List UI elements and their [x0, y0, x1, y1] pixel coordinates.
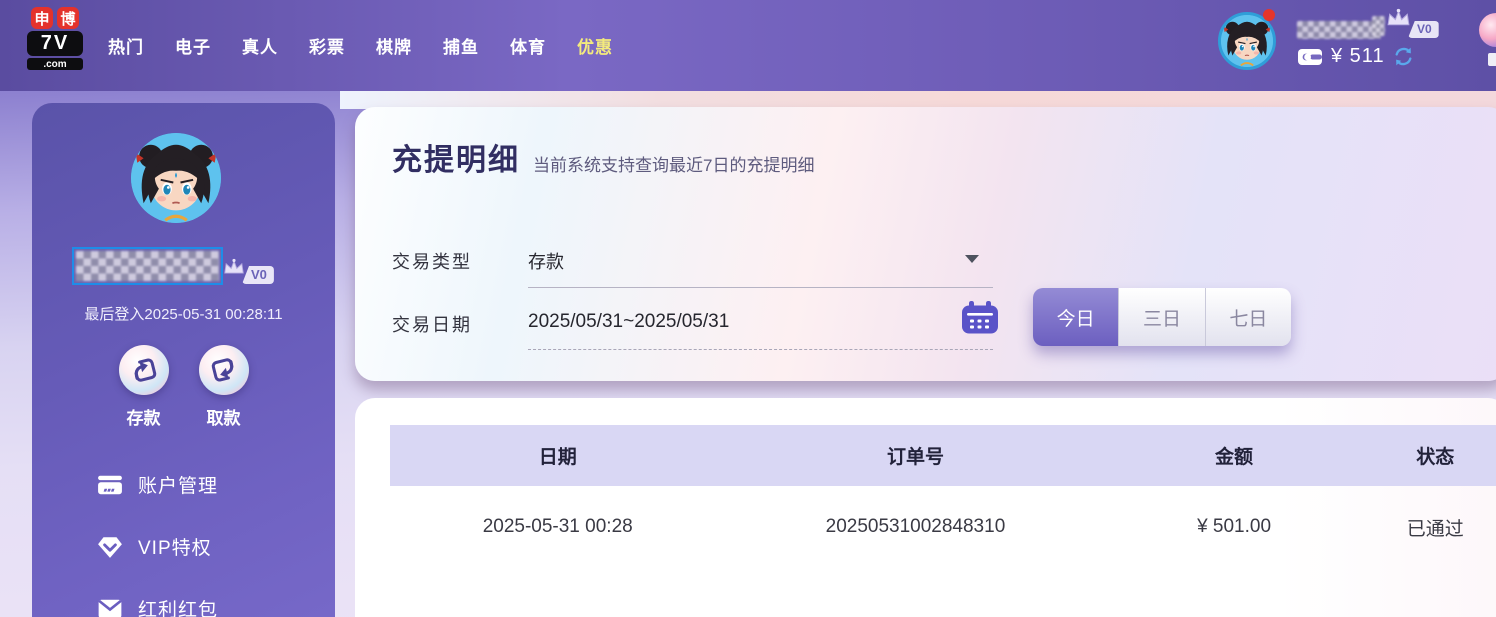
crown-icon [224, 258, 244, 274]
vip-diamond-icon [98, 536, 122, 558]
transaction-type-value[interactable]: 存款 [528, 248, 564, 274]
customer-service-widget[interactable] [1479, 13, 1496, 47]
username-mosaic [76, 251, 219, 281]
transaction-date-value[interactable]: 2025/05/31~2025/05/31 [528, 311, 729, 333]
deposit-button[interactable]: 存款 [118, 345, 169, 429]
col-header-order: 订单号 [886, 447, 944, 468]
nav-item-slots[interactable]: 电子 [175, 33, 211, 58]
deposit-label: 存款 [126, 409, 161, 428]
withdraw-button[interactable]: 取款 [198, 345, 249, 429]
table-row: 2025-05-31 00:28 20250531002848310 ¥ 501… [390, 486, 1496, 568]
sidebar-username-blurred [72, 247, 223, 285]
transaction-date-label: 交易日期 [392, 315, 472, 335]
sidebar-item-label: 账户管理 [138, 476, 219, 497]
table-header-row: 日期 订单号 金额 状态 [390, 425, 1496, 486]
col-header-amount: 金额 [1215, 447, 1254, 468]
sidebar-item-label: VIP特权 [138, 538, 212, 559]
bank-card-icon [98, 475, 122, 494]
vip-level-badge: V0 [1408, 21, 1439, 38]
sidebar-vip-badge: V0 [222, 258, 274, 284]
range-3days-button[interactable]: 三日 [1118, 288, 1205, 346]
page-title: 充提明细 [392, 144, 520, 177]
range-7days-button[interactable]: 七日 [1204, 288, 1291, 346]
vip-progress-blurred [1372, 16, 1385, 36]
site-logo[interactable]: 申 博 7V .com [27, 7, 83, 70]
refresh-balance-icon[interactable] [1393, 46, 1414, 67]
row-status: 已通过 [1406, 518, 1464, 540]
withdraw-label: 取款 [206, 409, 241, 428]
logo-badge-2: 博 [57, 7, 79, 29]
sidebar-item-account[interactable]: 账户管理 [97, 471, 218, 498]
row-date: 2025-05-31 00:28 [482, 516, 633, 537]
withdraw-icon [198, 345, 249, 395]
top-navigation-bar: 申 博 7V .com 热门 电子 真人 彩票 棋牌 捕鱼 体育 优惠 V0 ¥… [0, 0, 1496, 91]
nav-item-sports[interactable]: 体育 [510, 33, 546, 58]
nav-item-promo[interactable]: 优惠 [577, 33, 613, 58]
sidebar-item-redpacket[interactable]: 红利红包 [97, 595, 218, 617]
page-subtitle: 当前系统支持查询最近7日的充提明细 [533, 156, 815, 175]
date-range-toggle: 今日 三日 七日 [1033, 288, 1291, 346]
account-sidebar: V0 最后登入2025-05-31 00:28:11 存款 取款 账户管理 VI… [32, 103, 335, 617]
wallet-icon [1298, 48, 1322, 65]
nav-item-live[interactable]: 真人 [242, 33, 278, 58]
crown-icon [1387, 8, 1410, 26]
vip-level-widget[interactable]: V0 [1372, 8, 1439, 38]
range-today-button[interactable]: 今日 [1033, 288, 1119, 346]
dropdown-caret-icon[interactable] [965, 255, 979, 263]
type-field-underline [528, 287, 993, 288]
last-login-text: 最后登入2025-05-31 00:28:11 [84, 306, 283, 323]
vip-level-badge: V0 [242, 266, 274, 284]
main-nav: 热门 电子 真人 彩票 棋牌 捕鱼 体育 优惠 [108, 0, 613, 91]
col-header-date: 日期 [538, 447, 577, 468]
row-amount: ¥ 501.00 [1197, 516, 1272, 537]
quick-actions: 存款 取款 [32, 345, 335, 429]
sidebar-avatar[interactable] [131, 133, 221, 223]
row-order-number: 20250531002848310 [825, 516, 1006, 537]
sidebar-item-vip[interactable]: VIP特权 [97, 533, 218, 560]
logo-name: 7V [27, 31, 83, 56]
calendar-icon[interactable] [962, 301, 998, 334]
wallet-balance: ¥ 511 [1297, 45, 1414, 68]
nav-item-lottery[interactable]: 彩票 [309, 33, 345, 58]
col-header-status: 状态 [1416, 447, 1455, 468]
records-panel: 日期 订单号 金额 状态 2025-05-31 00:28 2025053100… [355, 398, 1496, 617]
logo-tld: .com [27, 58, 83, 70]
username-blurred [1297, 21, 1381, 39]
logo-badge-1: 申 [31, 7, 53, 29]
filter-panel: 充提明细 当前系统支持查询最近7日的充提明细 交易类型 存款 交易日期 2025… [355, 107, 1496, 381]
balance-amount: ¥ 511 [1331, 45, 1385, 67]
page: 申 博 7V .com 热门 电子 真人 彩票 棋牌 捕鱼 体育 优惠 V0 ¥… [0, 0, 1496, 617]
transaction-type-label: 交易类型 [392, 252, 472, 272]
nav-item-cards[interactable]: 棋牌 [376, 33, 412, 58]
customer-service-label-fragment [1488, 53, 1496, 66]
nav-item-fishing[interactable]: 捕鱼 [443, 33, 479, 58]
red-packet-icon [98, 599, 122, 617]
deposit-icon [118, 345, 169, 395]
notification-dot [1263, 9, 1275, 21]
nav-item-hot[interactable]: 热门 [108, 33, 144, 58]
sidebar-menu: 账户管理 VIP特权 红利红包 [97, 471, 218, 617]
date-field-underline [528, 349, 993, 350]
sidebar-item-label: 红利红包 [138, 600, 219, 617]
